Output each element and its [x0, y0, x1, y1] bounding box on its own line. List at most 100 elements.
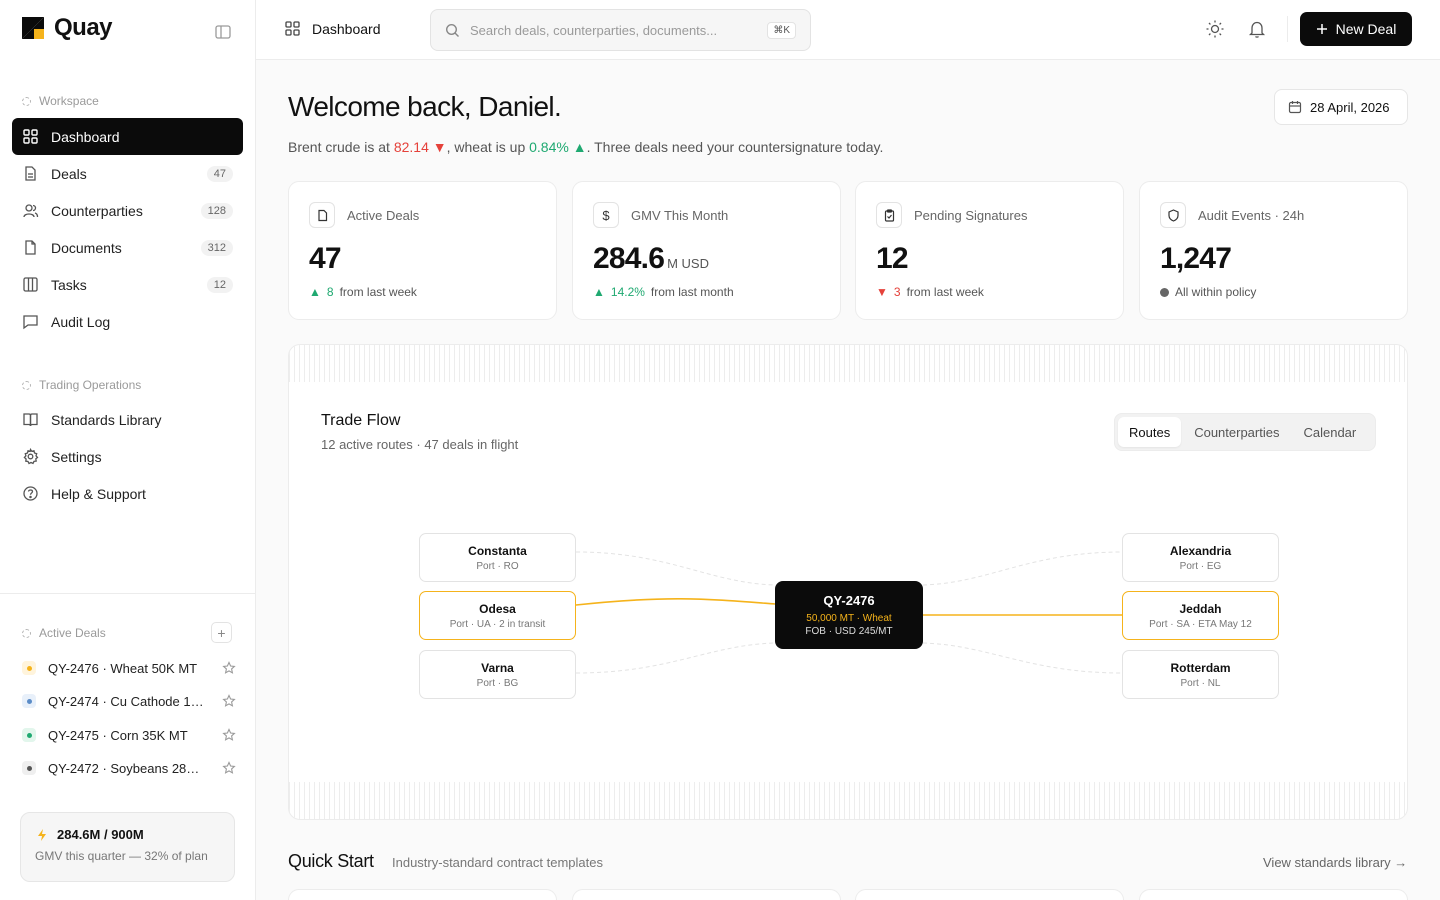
deal-hub-node[interactable]: QY-2476 50,000 MT · Wheat FOB · USD 245/… — [775, 581, 923, 649]
status-dot — [1160, 287, 1169, 297]
destination-node-alexandria[interactable]: Alexandria Port · EG — [1122, 533, 1279, 582]
star-icon[interactable] — [222, 661, 236, 675]
page-title: Welcome back, Daniel. — [288, 91, 562, 122]
node-name: Odesa — [479, 602, 516, 616]
sidebar-item-label: Counterparties — [51, 202, 143, 219]
hub-deal-id: QY-2476 — [823, 593, 875, 608]
wheat-value: 0.84% — [529, 139, 569, 155]
node-meta: Port · BG — [476, 678, 519, 689]
deal-status-dot — [22, 661, 36, 675]
users-icon — [23, 204, 39, 218]
sun-icon[interactable] — [1205, 19, 1225, 39]
sidebar-item-label: Tasks — [51, 276, 87, 293]
stat-label: GMV This Month — [631, 207, 729, 223]
message-icon — [23, 315, 38, 330]
plus-icon — [1316, 24, 1327, 34]
stat-value: 12 — [876, 242, 909, 275]
star-icon[interactable] — [222, 761, 236, 775]
destination-node-rotterdam[interactable]: Rotterdam Port · NL — [1122, 650, 1279, 699]
route-line-varna — [575, 642, 776, 674]
deal-status-dot — [22, 761, 36, 775]
stat-delta: 3 — [893, 285, 901, 299]
active-deal-item[interactable]: QY-2474 · Cu Cathode 1.2K MT — [22, 689, 236, 713]
active-deal-item[interactable]: QY-2476 · Wheat 50K MT — [22, 656, 236, 680]
sidebar-item-documents[interactable]: Documents 312 — [12, 229, 243, 266]
book-icon — [23, 413, 38, 427]
deal-label: QY-2475 · Corn 35K MT — [48, 727, 188, 743]
up-arrow-icon: ▲ — [309, 285, 321, 299]
sidebar-item-label: Help & Support — [51, 485, 146, 502]
stat-delta: 14.2% — [610, 285, 645, 299]
origin-node-constanta[interactable]: Constanta Port · RO — [419, 533, 576, 582]
deal-label: QY-2472 · Soybeans 28K MT — [48, 760, 206, 776]
sidebar-item-label: Audit Log — [51, 313, 111, 330]
destination-node-jeddah[interactable]: Jeddah Port · SA · ETA May 12 — [1122, 591, 1279, 640]
stat-label: Active Deals — [347, 207, 420, 223]
sidebar-item-deals[interactable]: Deals 47 — [12, 155, 243, 192]
origin-node-odesa[interactable]: Odesa Port · UA · 2 in transit — [419, 591, 576, 640]
view-standards-library-link[interactable]: View standards library → — [1263, 855, 1407, 870]
star-icon[interactable] — [222, 694, 236, 708]
node-name: Alexandria — [1169, 544, 1232, 558]
stat-card-pending-signatures[interactable]: Pending Signatures 12 ▼ 3 from last week — [855, 181, 1124, 320]
down-arrow-icon: ▼ — [428, 139, 447, 155]
node-name: Jeddah — [1179, 602, 1222, 616]
template-card[interactable] — [572, 889, 841, 900]
sidebar-item-standards-library[interactable]: Standards Library — [12, 401, 243, 438]
new-deal-button[interactable]: New Deal — [1300, 12, 1412, 46]
quick-start-title: Quick Start — [288, 851, 374, 871]
shortcut-hint: ⌘K — [767, 21, 796, 39]
grid-icon — [23, 129, 38, 144]
search-box[interactable]: ⌘K — [430, 9, 811, 51]
hub-cargo: 50,000 MT · Wheat — [806, 613, 892, 624]
date-picker[interactable]: 28 April, 2026 — [1274, 89, 1408, 125]
deal-status-dot — [22, 694, 36, 708]
stat-card-audit-events[interactable]: Audit Events · 24h 1,247 All within poli… — [1139, 181, 1408, 320]
logo[interactable]: Quay — [22, 14, 113, 42]
active-deal-item[interactable]: QY-2475 · Corn 35K MT — [22, 723, 236, 747]
calendar-icon — [1288, 101, 1302, 114]
stat-card-active-deals[interactable]: Active Deals 47 ▲ 8 from last week — [288, 181, 557, 320]
file-icon — [309, 202, 335, 228]
sidebar-item-help-support[interactable]: Help & Support — [12, 475, 243, 512]
search-input[interactable] — [470, 22, 758, 38]
sidebar-toggle-icon[interactable] — [214, 23, 232, 41]
sidebar-item-label: Settings — [51, 448, 102, 465]
up-arrow-icon: ▲ — [568, 139, 587, 155]
active-deal-item[interactable]: QY-2472 · Soybeans 28K MT — [22, 756, 236, 780]
grid-icon — [285, 21, 300, 36]
sidebar-item-dashboard[interactable]: Dashboard — [12, 118, 243, 155]
stat-delta-text: from last week — [339, 285, 417, 299]
sidebar-item-counterparties[interactable]: Counterparties 128 — [12, 192, 243, 229]
stat-unit: M USD — [667, 256, 709, 271]
section-label-workspace: Workspace — [22, 94, 99, 108]
route-line-alexandria — [922, 551, 1123, 586]
template-card[interactable] — [855, 889, 1124, 900]
template-card[interactable] — [288, 889, 557, 900]
stat-value: 47 — [309, 242, 342, 275]
node-name: Varna — [481, 661, 514, 675]
shield-icon — [1160, 202, 1186, 228]
sidebar-item-settings[interactable]: Settings — [12, 438, 243, 475]
brent-value: 82.14 — [393, 139, 429, 155]
columns-icon — [23, 277, 38, 292]
add-deal-button[interactable]: + — [211, 622, 232, 643]
node-meta: Port · UA · 2 in transit — [449, 619, 546, 630]
gear-icon — [23, 448, 39, 465]
stat-card-gmv[interactable]: $ GMV This Month 284.6 M USD ▲ 14.2% from … — [572, 181, 841, 320]
sidebar-item-label: Deals — [51, 165, 87, 182]
section-dot-icon — [22, 96, 31, 106]
breadcrumb-label: Dashboard — [312, 20, 381, 37]
quota-title: 284.6M / 900M — [57, 827, 144, 842]
quick-start-subtitle: Industry-standard contract templates — [392, 855, 603, 870]
new-deal-label: New Deal — [1335, 21, 1397, 37]
star-icon[interactable] — [222, 728, 236, 742]
stat-delta-text: from last week — [906, 285, 984, 299]
origin-node-varna[interactable]: Varna Port · BG — [419, 650, 576, 699]
template-card[interactable] — [1139, 889, 1408, 900]
deal-label: QY-2474 · Cu Cathode 1.2K MT — [48, 693, 206, 709]
sidebar-item-tasks[interactable]: Tasks 12 — [12, 266, 243, 303]
bell-icon[interactable] — [1247, 19, 1267, 39]
section-label-active-deals: Active Deals — [22, 626, 106, 640]
sidebar-item-audit-log[interactable]: Audit Log — [12, 303, 243, 340]
